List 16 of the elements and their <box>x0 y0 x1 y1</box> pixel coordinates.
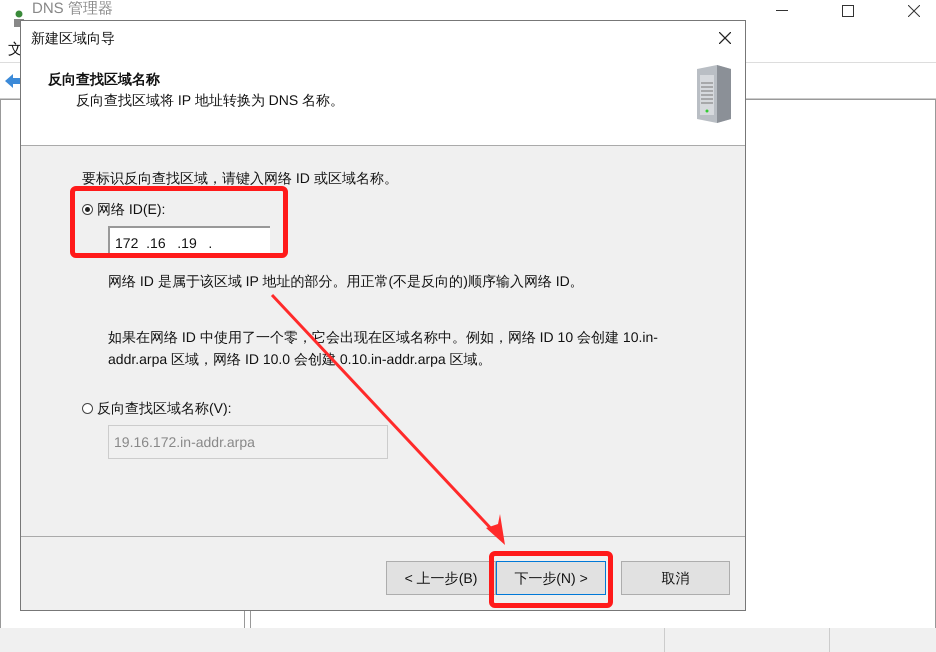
close-icon[interactable] <box>908 5 920 17</box>
close-icon[interactable] <box>719 32 731 44</box>
next-button[interactable]: 下一步(N) > <box>496 561 606 595</box>
dialog-title: 新建区域向导 <box>31 28 115 48</box>
back-arrow-icon[interactable] <box>5 74 21 88</box>
wizard-subheading: 反向查找区域将 IP 地址转换为 DNS 名称。 <box>75 91 346 110</box>
cancel-button[interactable]: 取消 <box>621 561 730 595</box>
minimize-icon[interactable] <box>776 10 788 12</box>
instruction-text: 要标识反向查找区域，请键入网络 ID 或区域名称。 <box>82 169 399 188</box>
back-button[interactable]: < 上一步(B) <box>386 561 496 595</box>
window-title: DNS 管理器 <box>32 0 113 19</box>
radio-label[interactable]: 网络 ID(E): <box>97 199 166 220</box>
radio-button[interactable] <box>82 204 93 215</box>
wizard-heading: 反向查找区域名称 <box>48 70 161 89</box>
maximize-icon[interactable] <box>842 5 854 17</box>
help-text: 网络 ID 是属于该区域 IP 地址的部分。用正常(不是反向的)顺序输入网络 ID。 <box>108 272 585 291</box>
